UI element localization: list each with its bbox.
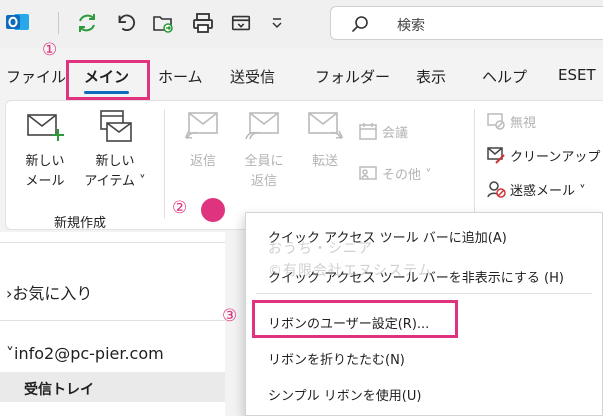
other-button[interactable]: その他 ˅ [358, 163, 432, 183]
reply-all-icon [245, 112, 279, 140]
menu-home[interactable]: ホーム [158, 66, 203, 87]
highlight-customize-ribbon [252, 300, 458, 338]
chevron-down-icon: ˅ [6, 344, 14, 363]
search-placeholder: 検索 [397, 18, 425, 34]
reply-all-label-1: 全員に [244, 154, 284, 169]
menu-view[interactable]: 表示 [416, 66, 446, 87]
new-mail-icon [27, 114, 64, 141]
print-icon[interactable] [190, 10, 216, 36]
watermark: おうち・シニア ©有限会社エヌシステム [268, 238, 433, 282]
new-item-label-1: 新しい [95, 154, 135, 169]
watermark-line-2: ©有限会社エヌシステム [268, 263, 433, 279]
calendar-icon [359, 123, 377, 140]
pane-divider-2 [0, 320, 225, 321]
undo-icon[interactable] [112, 10, 138, 36]
account-item[interactable]: ˅info2@pc-pier.com [6, 344, 164, 363]
cleanup-label: クリーンアップ ˅ [510, 149, 603, 165]
search-icon [351, 15, 369, 33]
ctx-simple-ribbon[interactable]: シンプル リボンを使用(U) [268, 385, 421, 404]
click-point-dot [201, 198, 225, 222]
ctx-collapse-ribbon[interactable]: リボンを折りたたむ(N) [268, 349, 405, 368]
titlebar-separator [58, 12, 59, 34]
forward-icon [308, 112, 344, 140]
cleanup-icon [487, 147, 505, 164]
account-label: info2@pc-pier.com [14, 344, 164, 363]
reply-all-button[interactable]: 全員に 返信 [236, 109, 292, 192]
forward-label: 転送 [311, 154, 338, 169]
forward-button[interactable]: 転送 [300, 109, 350, 172]
menu-help[interactable]: ヘルプ [482, 66, 527, 87]
reply-icon [184, 112, 218, 140]
favorites-label: お気に入り [12, 284, 93, 303]
new-item-button[interactable]: 新しい アイテム ˅ [80, 109, 150, 192]
menu-folder[interactable]: フォルダー [315, 66, 390, 87]
junk-label: 迷惑メール ˅ [510, 183, 586, 199]
highlight-main-tab [66, 60, 150, 100]
folder-pane: ›お気に入り ˅info2@pc-pier.com 受信トレイ [0, 232, 225, 416]
other-label: その他 ˅ [382, 167, 432, 183]
reply-all-label-2: 返信 [250, 174, 277, 189]
new-item-icon [100, 110, 132, 142]
inbox-item[interactable]: 受信トレイ [24, 379, 94, 399]
ignore-label: 無視 [510, 115, 537, 131]
cleanup-button[interactable]: クリーンアップ ˅ [486, 145, 603, 165]
group-label-new: 新規作成 [54, 216, 107, 231]
reply-button[interactable]: 返信 [178, 109, 228, 172]
new-mail-button[interactable]: 新しい メール [20, 109, 70, 192]
meeting-label: 会議 [382, 125, 409, 141]
marker-one: ① [42, 40, 58, 60]
new-mail-label-1: 新しい [25, 154, 65, 169]
junk-button[interactable]: 迷惑メール ˅ [486, 179, 586, 199]
window-icon[interactable] [228, 10, 254, 36]
group-separator-2 [474, 109, 475, 219]
outlook-logo-icon[interactable] [6, 10, 30, 34]
reply-label: 返信 [189, 154, 216, 169]
title-bar: 検索 [0, 0, 603, 48]
pane-divider-1 [0, 242, 225, 243]
ctx-separator [256, 293, 592, 294]
marker-two: ② [172, 198, 188, 218]
menu-send-receive[interactable]: 送受信 [230, 66, 275, 87]
new-mail-label-2: メール [25, 174, 65, 189]
group-separator-1 [164, 109, 165, 219]
menu-eset[interactable]: ESET [558, 66, 596, 84]
ignore-button[interactable]: 無視 [486, 111, 536, 131]
watermark-line-1: おうち・シニア [268, 241, 373, 257]
menu-file[interactable]: ファイル [6, 66, 66, 87]
meeting-button[interactable]: 会議 [358, 121, 408, 141]
ribbon: 新しい メール 新しい アイテム ˅ 新規作成 返信 全員に 返信 転送 会議 … [5, 100, 603, 231]
people-icon [359, 166, 377, 180]
marker-three: ③ [222, 306, 238, 326]
junk-icon [487, 181, 506, 198]
favorites-item[interactable]: ›お気に入り [6, 280, 92, 304]
search-box[interactable]: 検索 [330, 6, 603, 40]
new-item-label-2: アイテム ˅ [84, 174, 146, 189]
ignore-icon [487, 113, 505, 130]
dropdown-icon[interactable] [264, 10, 290, 36]
sync-icon[interactable] [74, 10, 100, 36]
move-folder-icon[interactable] [150, 10, 176, 36]
